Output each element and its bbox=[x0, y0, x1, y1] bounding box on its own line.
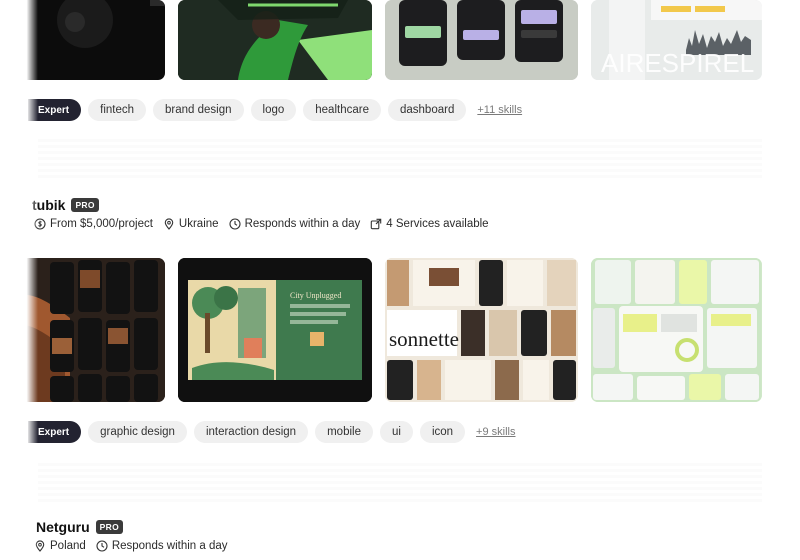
location-text: Poland bbox=[50, 540, 86, 552]
clock-icon bbox=[96, 540, 108, 552]
thumbnail-title-text: sonnette bbox=[389, 327, 459, 351]
services-text[interactable]: 4 Services available bbox=[386, 218, 488, 230]
price-text: From $5,000/project bbox=[50, 218, 153, 230]
agency-header: Netguru PRO bbox=[36, 519, 123, 535]
skill-tags: Expert graphic design interaction design… bbox=[28, 421, 515, 443]
thumbnail-title-text: City Unplugged bbox=[290, 291, 341, 300]
skill-tag[interactable]: interaction design bbox=[193, 421, 309, 443]
portfolio-thumbnail[interactable] bbox=[385, 0, 578, 80]
agency-header: tubik PRO bbox=[32, 197, 99, 213]
response-text: Responds within a day bbox=[244, 218, 361, 230]
skill-tag[interactable]: icon bbox=[419, 421, 466, 443]
skill-tag[interactable]: fintech bbox=[88, 99, 147, 121]
pro-badge: PRO bbox=[71, 198, 99, 212]
response-info: Responds within a day bbox=[229, 218, 361, 230]
skill-tag[interactable]: healthcare bbox=[303, 99, 381, 121]
more-skills-link[interactable]: +11 skills bbox=[477, 104, 522, 116]
response-text: Responds within a day bbox=[111, 540, 228, 552]
skill-tag[interactable]: logo bbox=[250, 99, 297, 121]
agency-meta: Poland Responds within a day bbox=[35, 540, 228, 552]
skill-tag[interactable]: mobile bbox=[315, 421, 373, 443]
location-text: Ukraine bbox=[178, 218, 219, 230]
portfolio-thumbnail[interactable] bbox=[591, 258, 762, 402]
thumbnail-watermark-text: AIRESPIREL bbox=[601, 48, 754, 78]
divider-band bbox=[38, 462, 762, 502]
clock-icon bbox=[229, 218, 241, 230]
pro-badge: PRO bbox=[95, 520, 123, 534]
portfolio-thumbnail[interactable]: sonnette bbox=[385, 258, 578, 402]
price-info: From $5,000/project bbox=[34, 218, 153, 230]
skill-tag[interactable]: brand design bbox=[153, 99, 244, 121]
location-info: Poland bbox=[34, 540, 86, 552]
response-info: Responds within a day bbox=[96, 540, 228, 552]
portfolio-thumbnail[interactable]: AIRESPIREL bbox=[591, 0, 762, 80]
services-info: 4 Services available bbox=[370, 218, 489, 230]
agency-listing-page: AIRESPIREL Expert fintech brand design l… bbox=[0, 0, 800, 560]
agency-name[interactable]: Netguru bbox=[36, 519, 90, 535]
location-pin-icon bbox=[164, 218, 174, 230]
skill-tags: Expert fintech brand design logo healthc… bbox=[28, 99, 522, 121]
divider-band bbox=[38, 138, 762, 178]
portfolio-thumbnail[interactable]: City Unplugged bbox=[178, 258, 372, 402]
skill-tag[interactable]: graphic design bbox=[88, 421, 187, 443]
skill-tag[interactable]: ui bbox=[379, 421, 413, 443]
right-fade-edge bbox=[760, 0, 800, 560]
left-fade-edge bbox=[0, 0, 38, 560]
portfolio-thumbnail[interactable] bbox=[178, 0, 372, 80]
external-box-icon bbox=[371, 218, 382, 230]
location-info: Ukraine bbox=[163, 218, 219, 230]
skill-tag[interactable]: dashboard bbox=[387, 99, 467, 121]
agency-meta: From $5,000/project Ukraine Responds wit… bbox=[34, 218, 489, 230]
more-skills-link[interactable]: +9 skills bbox=[476, 426, 515, 438]
